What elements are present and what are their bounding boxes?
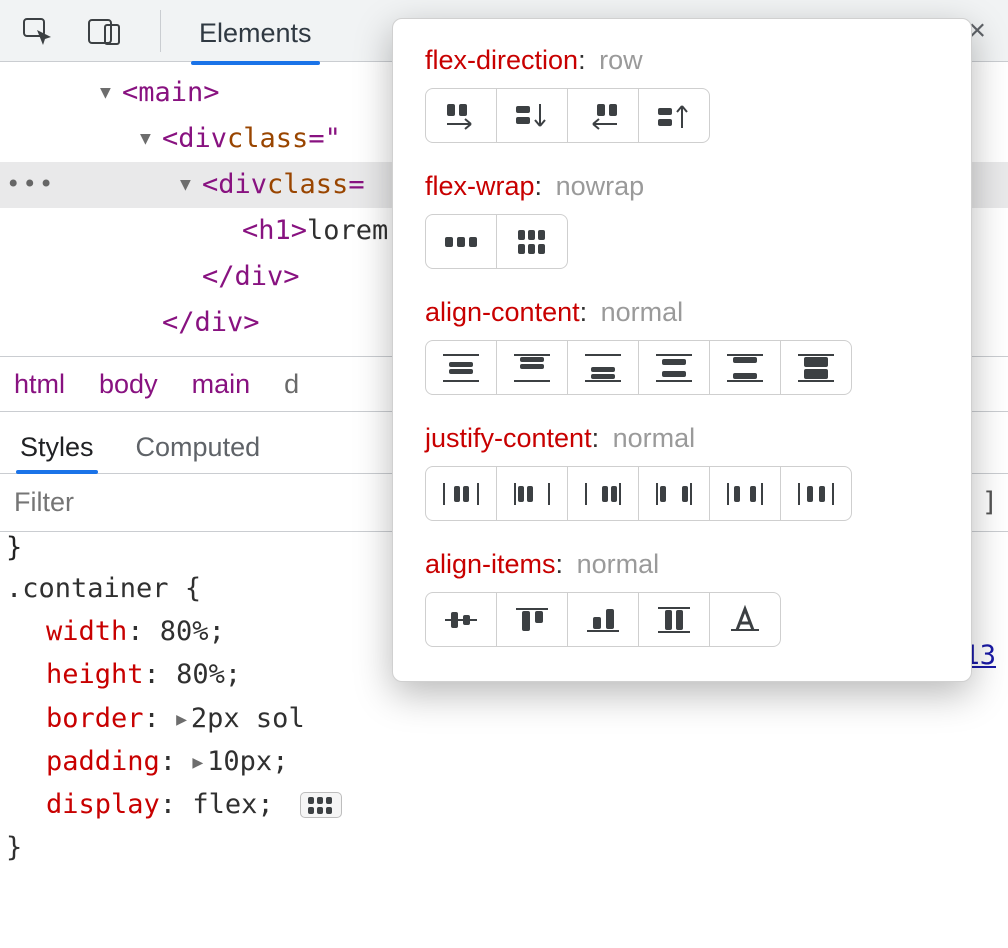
css-decl[interactable]: padding: ▶10px; [6,740,1002,783]
breadcrumb-item[interactable]: main [192,369,251,400]
align-content-space-between-icon[interactable] [709,340,781,395]
align-items-center-icon[interactable] [425,592,497,647]
prop-title: flex-wrap: nowrap [425,171,939,202]
css-val: 80% [160,616,209,647]
css-val: 2px sol [191,703,305,734]
breadcrumb-item[interactable]: body [99,369,158,400]
group-justify-content: justify-content: normal [425,423,939,521]
breadcrumb-item[interactable]: d [284,369,299,400]
attr-name: class [267,164,348,206]
align-content-stretch-icon[interactable] [780,340,852,395]
justify-content-flex-start-icon[interactable] [496,466,568,521]
prop-title: align-content: normal [425,297,939,328]
css-prop: width [46,616,127,647]
css-val: flex [192,789,257,820]
tab-computed[interactable]: Computed [136,432,261,473]
brace-close: } [6,826,1002,869]
tag: </div> [162,302,260,344]
attr-eq: =" [308,118,341,160]
flex-wrap-nowrap-icon[interactable] [425,214,497,269]
css-val: 10px [207,746,272,777]
tab-elements[interactable]: Elements [197,6,314,55]
css-decl[interactable]: display: flex; [6,783,1002,826]
justify-content-space-evenly-icon[interactable] [780,466,852,521]
align-items-flex-end-icon[interactable] [567,592,639,647]
tag: </div> [202,256,300,298]
prop-title: justify-content: normal [425,423,939,454]
justify-content-flex-end-icon[interactable] [567,466,639,521]
align-items-flex-start-icon[interactable] [496,592,568,647]
disclosure-triangle-icon[interactable]: ▼ [140,125,158,153]
tag: <div [162,118,227,160]
align-content-space-around-icon[interactable] [638,340,710,395]
flex-wrap-wrap-icon[interactable] [496,214,568,269]
css-prop: padding [46,746,160,777]
bracket-glyph: ] [972,487,1008,518]
group-align-items: align-items: normal [425,549,939,647]
flex-direction-row-icon[interactable] [425,88,497,143]
justify-content-space-between-icon[interactable] [638,466,710,521]
css-prop: display [46,789,160,820]
toolbar-divider [160,10,161,52]
attr-eq: = [348,164,364,206]
css-prop: border [46,703,144,734]
tab-styles[interactable]: Styles [20,432,94,473]
device-toggle-icon[interactable] [84,11,124,51]
flex-direction-column-icon[interactable] [496,88,568,143]
brace-open: { [169,573,202,604]
flex-direction-column-reverse-icon[interactable] [638,88,710,143]
tag: <h1> [242,210,307,252]
gutter-ellipsis-icon[interactable]: ••• [0,166,38,203]
align-content-flex-end-icon[interactable] [567,340,639,395]
flexbox-editor-icon[interactable] [300,792,342,818]
align-content-flex-start-icon[interactable] [496,340,568,395]
align-items-stretch-icon[interactable] [638,592,710,647]
css-selector: .container [6,573,169,604]
group-align-content: align-content: normal [425,297,939,395]
tag: <main> [122,72,220,114]
justify-content-center-icon[interactable] [425,466,497,521]
breadcrumb-item[interactable]: html [14,369,65,400]
inspect-icon[interactable] [18,11,58,51]
align-content-center-icon[interactable] [425,340,497,395]
text-node: lorem [307,210,388,252]
prop-title: flex-direction: row [425,45,939,76]
attr-name: class [227,118,308,160]
shorthand-expand-icon[interactable]: ▶ [176,706,187,735]
css-prop: height [46,659,144,690]
disclosure-triangle-icon[interactable]: ▼ [100,79,118,107]
disclosure-triangle-icon[interactable]: ▼ [180,171,198,199]
tag: <div [202,164,267,206]
css-val: 80% [176,659,225,690]
css-decl[interactable]: border: ▶2px sol [6,697,1002,740]
flex-direction-row-reverse-icon[interactable] [567,88,639,143]
shorthand-expand-icon[interactable]: ▶ [192,749,203,778]
flexbox-editor-popover: flex-direction: row [392,18,972,682]
prop-title: align-items: normal [425,549,939,580]
justify-content-space-around-icon[interactable] [709,466,781,521]
group-flex-direction: flex-direction: row [425,45,939,143]
align-items-baseline-icon[interactable] [709,592,781,647]
group-flex-wrap: flex-wrap: nowrap [425,171,939,269]
